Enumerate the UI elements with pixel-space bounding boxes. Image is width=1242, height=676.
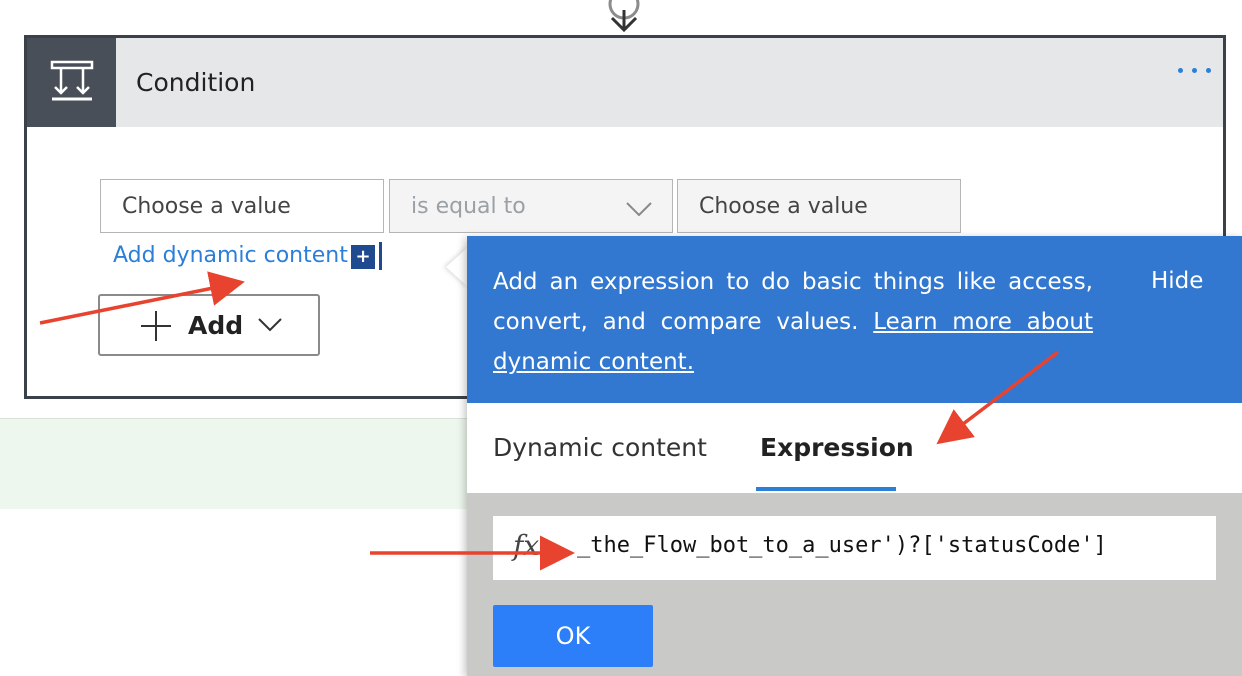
- add-button-label: Add: [188, 311, 244, 340]
- dynamic-content-popup: Add an expression to do basic things lik…: [467, 236, 1242, 676]
- divider: [379, 242, 382, 270]
- expression-value: _the_Flow_bot_to_a_user')?['statusCode']: [577, 533, 1107, 558]
- info-banner: Add an expression to do basic things lik…: [467, 236, 1242, 403]
- tab-dynamic-content[interactable]: Dynamic content: [493, 433, 707, 462]
- right-value-input[interactable]: Choose a value: [677, 179, 961, 233]
- expression-panel: fx _the_Flow_bot_to_a_user')?['statusCod…: [467, 493, 1242, 676]
- popup-pointer: [446, 247, 468, 287]
- tab-expression[interactable]: Expression: [760, 433, 914, 462]
- active-tab-indicator: [756, 487, 896, 491]
- info-text: Add an expression to do basic things lik…: [493, 262, 1093, 382]
- background-strip: [0, 418, 470, 509]
- operator-value: is equal to: [411, 194, 526, 219]
- ok-button[interactable]: OK: [493, 605, 653, 667]
- operator-select[interactable]: is equal to: [389, 179, 673, 233]
- left-value-placeholder: Choose a value: [122, 194, 291, 219]
- card-header[interactable]: Condition: [27, 38, 1223, 127]
- tab-bar: Dynamic content Expression: [467, 403, 1242, 493]
- condition-icon: [50, 60, 94, 101]
- more-options-icon[interactable]: [1178, 68, 1211, 73]
- left-value-input[interactable]: Choose a value: [100, 179, 384, 233]
- add-dynamic-plus-icon[interactable]: +: [351, 245, 375, 269]
- add-button[interactable]: Add: [98, 294, 320, 356]
- hide-link[interactable]: Hide: [1151, 268, 1203, 294]
- chevron-down-icon: [258, 318, 282, 332]
- condition-icon-box: [27, 38, 116, 127]
- add-dynamic-content-link[interactable]: Add dynamic content: [113, 243, 348, 268]
- fx-icon: fx: [513, 529, 540, 562]
- connector-arrow-icon: [608, 0, 640, 33]
- plus-icon: [141, 311, 171, 341]
- right-value-placeholder: Choose a value: [699, 194, 868, 219]
- expression-input[interactable]: fx _the_Flow_bot_to_a_user')?['statusCod…: [493, 516, 1216, 580]
- card-title: Condition: [136, 68, 256, 97]
- chevron-down-icon: [626, 202, 652, 216]
